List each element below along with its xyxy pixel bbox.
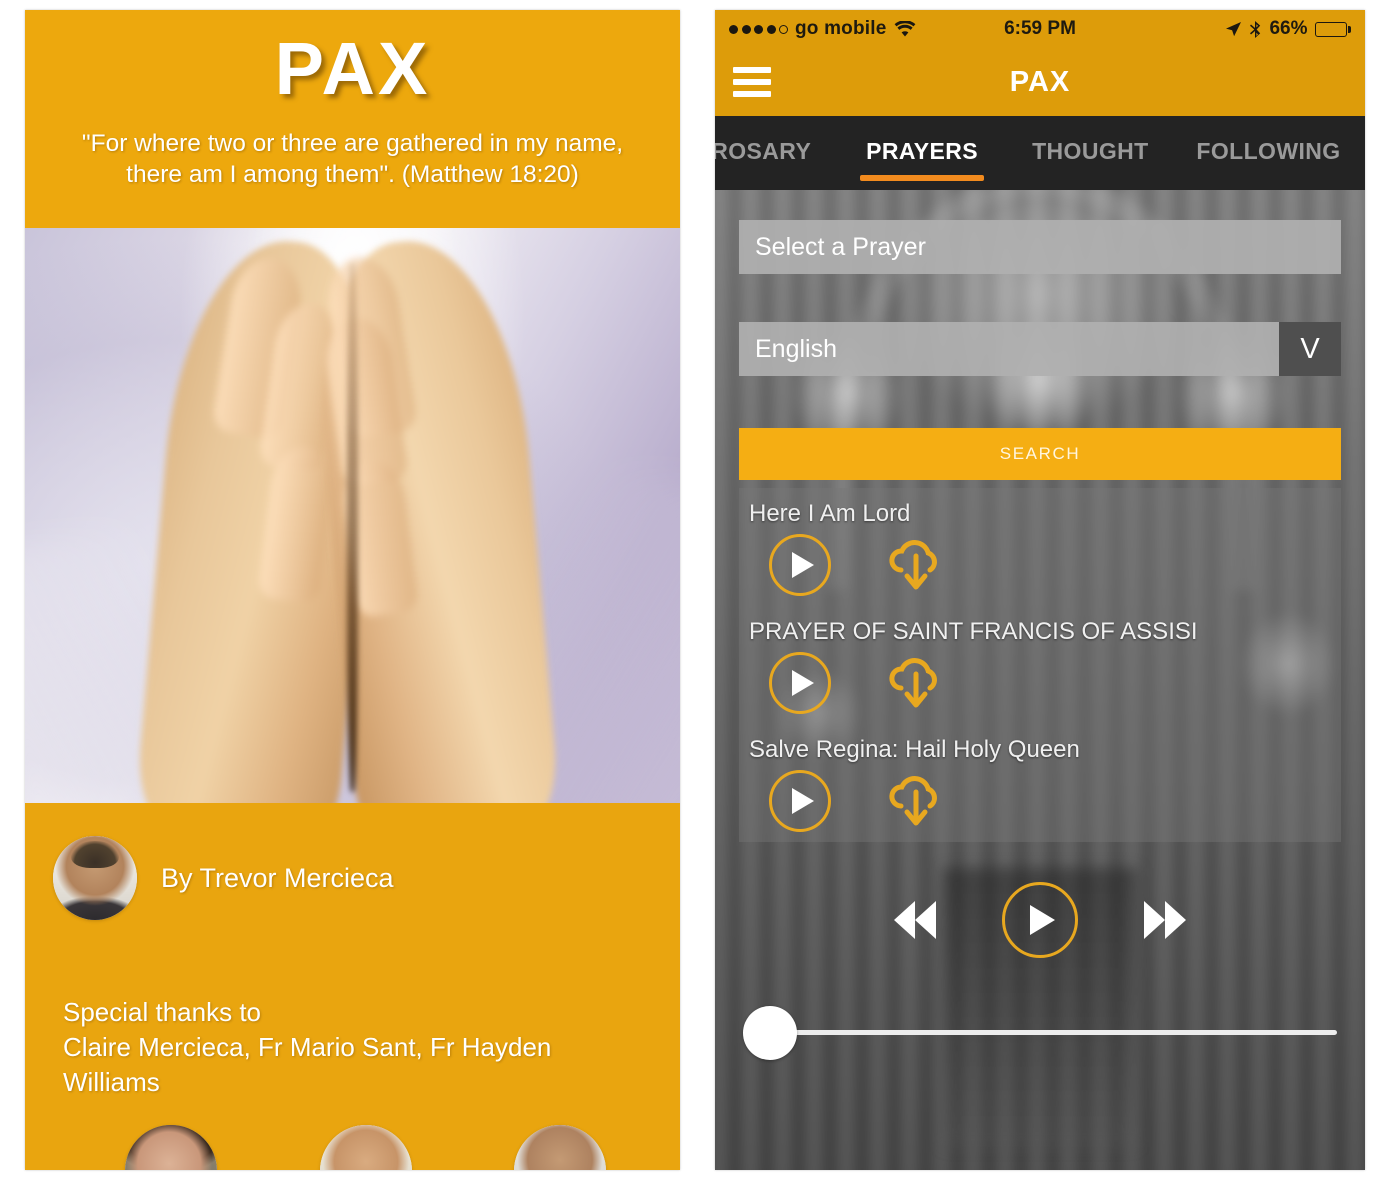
play-icon[interactable] [769,534,831,596]
brand-header: PAX "For where two or three are gathered… [25,10,680,228]
list-item[interactable]: PRAYER OF SAINT FRANCIS OF ASSISI [739,606,1341,724]
list-item[interactable]: Salve Regina: Hail Holy Queen [739,724,1341,842]
rewind-icon[interactable] [894,901,936,939]
play-icon[interactable] [769,652,831,714]
author-credit-row: By Trevor Mercieca [25,803,680,953]
prayers-content: Select a Prayer English V SEARCH Here I … [715,190,1365,842]
page-title: PAX [274,27,431,110]
avatar [125,1125,217,1170]
right-screenshot-panel: go mobile 6:59 PM 66% PAX ROSARY PRAYERS… [715,10,1365,1170]
hamburger-menu-icon[interactable] [733,67,771,97]
battery-percent-label: 66% [1269,18,1308,39]
cloud-download-icon[interactable] [883,536,951,594]
status-bar-left: go mobile [729,18,916,40]
slider-track [771,1030,1337,1035]
status-bar-right: 66% [1225,18,1351,40]
search-button[interactable]: SEARCH [739,428,1341,480]
cloud-download-icon[interactable] [883,772,951,830]
special-thanks-block: Special thanks to Claire Mercieca, Fr Ma… [25,953,680,1170]
language-selector-row: English V [739,322,1341,376]
tab-thought[interactable]: THOUGHT [1009,130,1172,165]
prayer-row-actions [747,770,1341,832]
tab-prayers[interactable]: PRAYERS [835,130,1008,181]
tab-following[interactable]: FOLLOWING [1172,130,1365,165]
player-transport-controls [715,882,1365,958]
playback-progress-slider[interactable] [743,1004,1337,1060]
avatar [319,1125,412,1170]
prayer-title: Here I Am Lord [749,500,911,527]
prayer-title: Salve Regina: Hail Holy Queen [749,736,1080,763]
cloud-download-icon[interactable] [883,654,951,712]
carrier-name: go mobile [795,18,887,39]
status-bar: go mobile 6:59 PM 66% [715,10,1365,48]
location-arrow-icon [1226,21,1242,36]
prayer-results-list: Here I Am Lord PRAYER OF SAINT FRANCIS O… [739,488,1341,842]
prayer-title: PRAYER OF SAINT FRANCIS OF ASSISI [749,618,1198,645]
list-item[interactable]: Here I Am Lord [739,488,1341,606]
chevron-down-icon[interactable]: V [1279,322,1341,376]
quote-line-1: "For where two or three are gathered in … [81,130,624,157]
language-field[interactable]: English [739,322,1279,376]
prayer-row-actions [747,534,1341,596]
hands-center-shadow [347,262,358,792]
prayer-row-actions [747,652,1341,714]
play-icon[interactable] [769,770,831,832]
tab-rosary[interactable]: ROSARY [715,130,835,165]
thanks-avatar-list [63,1125,648,1170]
scripture-quote: "For where two or three are gathered in … [25,106,680,191]
play-icon[interactable] [1002,882,1078,958]
avatar [514,1125,606,1170]
select-prayer-field[interactable]: Select a Prayer [739,220,1341,274]
battery-icon [1314,21,1351,37]
screenshot-stage: PAX "For where two or three are gathered… [0,0,1374,1180]
tab-bar: ROSARY PRAYERS THOUGHT FOLLOWING [715,116,1365,190]
praying-hands-image [25,228,680,803]
avatar [53,836,137,920]
wifi-icon [894,20,915,36]
slider-knob[interactable] [743,1006,797,1060]
navbar-title: PAX [1009,65,1071,98]
signal-strength-icon [729,24,788,34]
thanks-names: Claire Mercieca, Fr Mario Sant, Fr Hayde… [63,1031,552,1097]
author-name: By Trevor Mercieca [161,862,394,893]
quote-line-2: there am I among them". (Matthew 18:20) [126,161,579,189]
thanks-heading: Special thanks to [63,997,262,1027]
finger [257,442,337,605]
bluetooth-icon [1250,20,1261,38]
fast-forward-icon[interactable] [1144,901,1186,939]
left-screenshot-panel: PAX "For where two or three are gathered… [25,10,680,1170]
app-navbar: PAX [715,48,1365,116]
